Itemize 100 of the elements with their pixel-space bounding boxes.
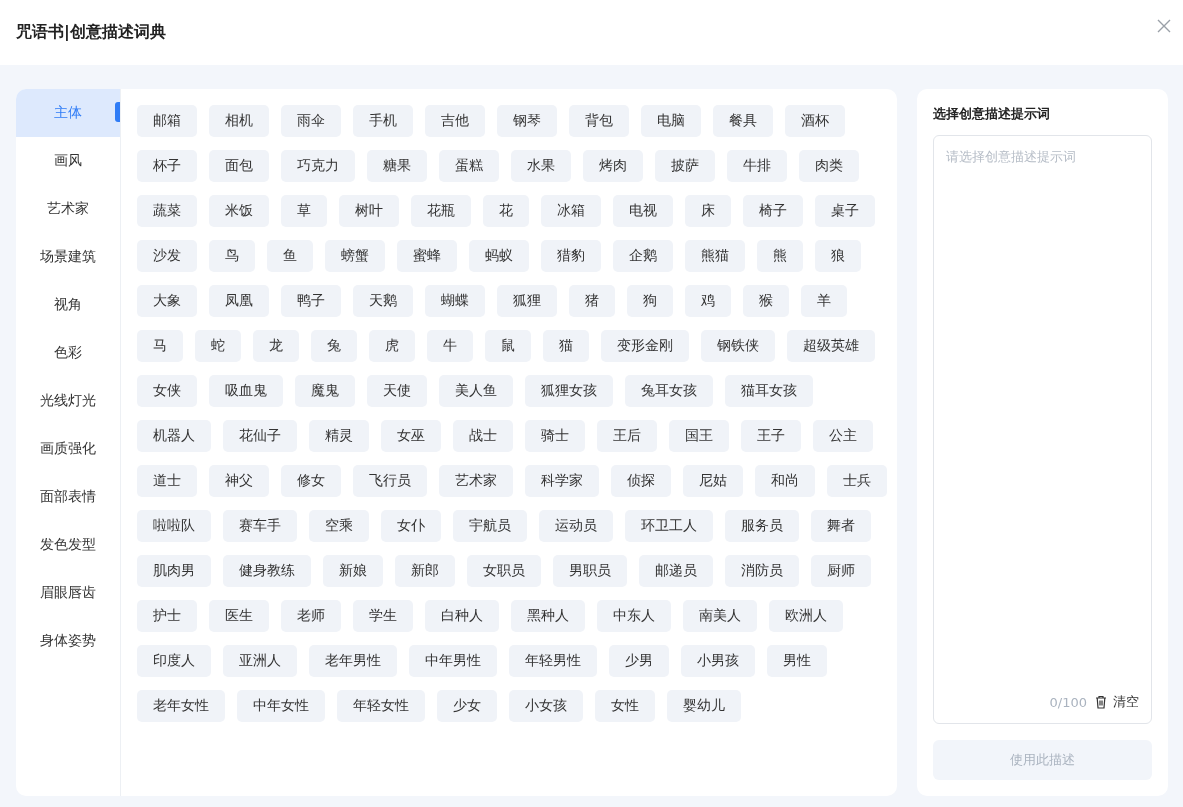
prompt-tag[interactable]: 学生 [353,600,413,632]
prompt-tag[interactable]: 少女 [437,690,497,722]
prompt-tag[interactable]: 服务员 [725,510,799,542]
prompt-tag[interactable]: 护士 [137,600,197,632]
prompt-tag[interactable]: 王子 [741,420,801,452]
prompt-tag[interactable]: 欧洲人 [769,600,843,632]
prompt-tag[interactable]: 蝴蝶 [425,285,485,317]
prompt-tag[interactable]: 尼姑 [683,465,743,497]
prompt-tag[interactable]: 年轻女性 [337,690,425,722]
prompt-tag[interactable]: 大象 [137,285,197,317]
category-tab[interactable]: 眉眼唇齿 [16,569,120,617]
prompt-tag[interactable]: 沙发 [137,240,197,272]
category-tab[interactable]: 光线灯光 [16,377,120,425]
prompt-tag[interactable]: 空乘 [309,510,369,542]
prompt-tag[interactable]: 美人鱼 [439,375,513,407]
prompt-tag[interactable]: 花仙子 [223,420,297,452]
prompt-tag[interactable]: 熊 [757,240,803,272]
prompt-tag[interactable]: 国王 [669,420,729,452]
prompt-tag[interactable]: 啦啦队 [137,510,211,542]
prompt-tag[interactable]: 面包 [209,150,269,182]
prompt-tag[interactable]: 精灵 [309,420,369,452]
prompt-tag[interactable]: 羊 [801,285,847,317]
prompt-tag[interactable]: 虎 [369,330,415,362]
category-tab[interactable]: 发色发型 [16,521,120,569]
prompt-tag[interactable]: 小女孩 [509,690,583,722]
prompt-tag[interactable]: 战士 [453,420,513,452]
prompt-tag[interactable]: 宇航员 [453,510,527,542]
prompt-tag[interactable]: 狐狸女孩 [525,375,613,407]
prompt-tag[interactable]: 修女 [281,465,341,497]
prompt-tag[interactable]: 科学家 [525,465,599,497]
prompt-tag[interactable]: 鼠 [485,330,531,362]
prompt-tag[interactable]: 印度人 [137,645,211,677]
category-tab[interactable]: 画风 [16,137,120,185]
category-tab[interactable]: 艺术家 [16,185,120,233]
prompt-tag[interactable]: 熊猫 [685,240,745,272]
prompt-tag[interactable]: 少男 [609,645,669,677]
prompt-tag[interactable]: 运动员 [539,510,613,542]
prompt-tag[interactable]: 天使 [367,375,427,407]
prompt-tag[interactable]: 杯子 [137,150,197,182]
category-tab[interactable]: 身体姿势 [16,617,120,665]
prompt-tag[interactable]: 螃蟹 [325,240,385,272]
prompt-tag[interactable]: 和尚 [755,465,815,497]
prompt-tag[interactable]: 亚洲人 [223,645,297,677]
prompt-tag[interactable]: 魔鬼 [295,375,355,407]
prompt-tag[interactable]: 蛇 [195,330,241,362]
prompt-tag[interactable]: 餐具 [713,105,773,137]
category-tab[interactable]: 视角 [16,281,120,329]
prompt-tag[interactable]: 相机 [209,105,269,137]
prompt-tag[interactable]: 桌子 [815,195,875,227]
prompt-tag[interactable]: 鸡 [685,285,731,317]
prompt-tag[interactable]: 龙 [253,330,299,362]
prompt-tag[interactable]: 新娘 [323,555,383,587]
prompt-tag[interactable]: 狗 [627,285,673,317]
prompt-tag[interactable]: 赛车手 [223,510,297,542]
prompt-tag[interactable]: 水果 [511,150,571,182]
prompt-tag[interactable]: 天鹅 [353,285,413,317]
prompt-tag[interactable]: 健身教练 [223,555,311,587]
prompt-tag[interactable]: 女仆 [381,510,441,542]
prompt-tag[interactable]: 蜜蜂 [397,240,457,272]
prompt-tag[interactable]: 道士 [137,465,197,497]
prompt-tag[interactable]: 背包 [569,105,629,137]
category-tab[interactable]: 场景建筑 [16,233,120,281]
prompt-tag[interactable]: 侦探 [611,465,671,497]
prompt-tag[interactable]: 企鹅 [613,240,673,272]
category-tab[interactable]: 面部表情 [16,473,120,521]
prompt-tag[interactable]: 树叶 [339,195,399,227]
prompt-tag[interactable]: 花瓶 [411,195,471,227]
prompt-tag[interactable]: 王后 [597,420,657,452]
prompt-tag[interactable]: 肌肉男 [137,555,211,587]
prompt-tag[interactable]: 机器人 [137,420,211,452]
prompt-tag[interactable]: 男性 [767,645,827,677]
prompt-tag[interactable]: 老年女性 [137,690,225,722]
prompt-tag[interactable]: 兔耳女孩 [625,375,713,407]
prompt-tag[interactable]: 中年男性 [409,645,497,677]
category-tab[interactable]: 画质强化 [16,425,120,473]
prompt-tag[interactable]: 鱼 [267,240,313,272]
prompt-tag[interactable]: 南美人 [683,600,757,632]
prompt-tag[interactable]: 黑种人 [511,600,585,632]
prompt-tag[interactable]: 牛 [427,330,473,362]
prompt-tag[interactable]: 手机 [353,105,413,137]
prompt-tag[interactable]: 婴幼儿 [667,690,741,722]
prompt-tag[interactable]: 电脑 [641,105,701,137]
prompt-tag[interactable]: 中年女性 [237,690,325,722]
prompt-tag[interactable]: 年轻男性 [509,645,597,677]
prompt-tag[interactable]: 变形金刚 [601,330,689,362]
prompt-tag[interactable]: 艺术家 [439,465,513,497]
prompt-tag[interactable]: 鸟 [209,240,255,272]
prompt-tag[interactable]: 老师 [281,600,341,632]
prompt-tag[interactable]: 女性 [595,690,655,722]
prompt-tag[interactable]: 猫 [543,330,589,362]
prompt-tag[interactable]: 吸血鬼 [209,375,283,407]
prompt-tag[interactable]: 神父 [209,465,269,497]
prompt-tag[interactable]: 环卫工人 [625,510,713,542]
prompt-tag[interactable]: 草 [281,195,327,227]
prompt-tag[interactable]: 马 [137,330,183,362]
prompt-tag[interactable]: 蛋糕 [439,150,499,182]
prompt-tag[interactable]: 钢铁侠 [701,330,775,362]
clear-button[interactable]: 清空 [1113,693,1139,711]
prompt-tag[interactable]: 邮递员 [639,555,713,587]
prompt-tag[interactable]: 床 [685,195,731,227]
